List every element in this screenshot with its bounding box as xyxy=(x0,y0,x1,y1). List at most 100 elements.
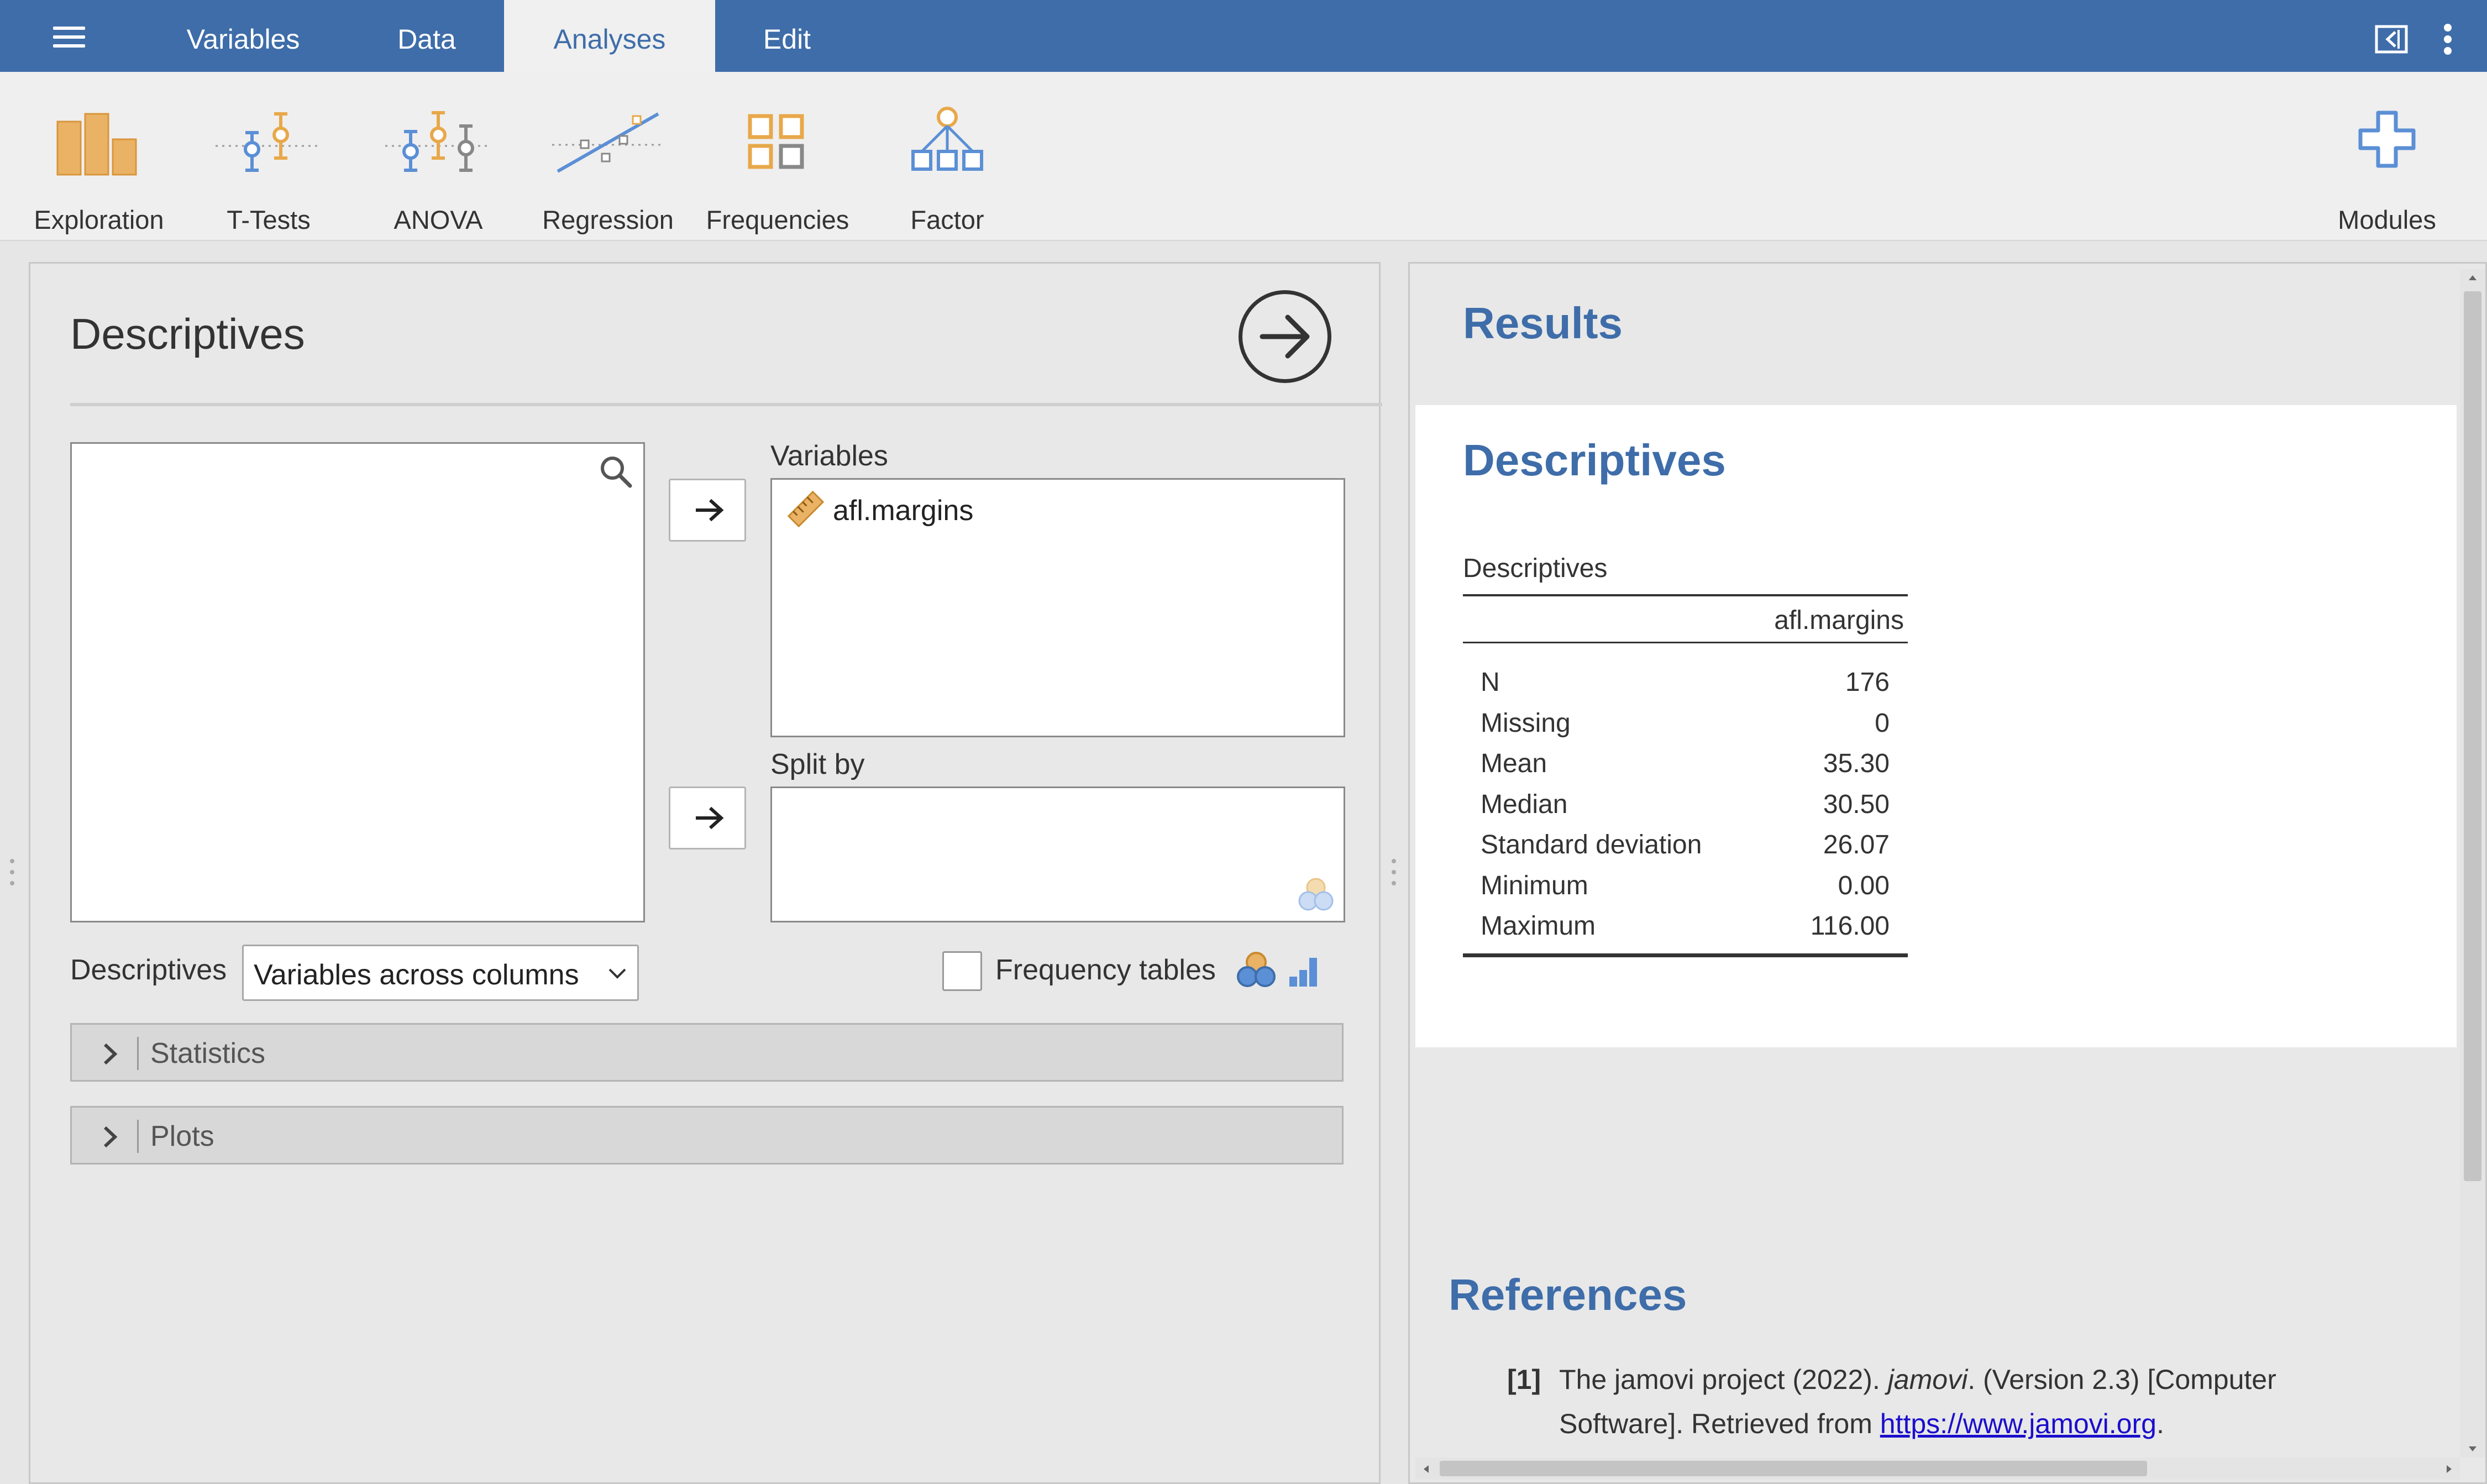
descriptives-layout-label: Descriptives xyxy=(70,954,227,986)
factor-button[interactable]: Factor xyxy=(867,99,1027,234)
move-to-variables-button[interactable] xyxy=(669,479,746,542)
vertical-scroll-thumb[interactable] xyxy=(2464,291,2481,1181)
analysis-ribbon: Exploration T-Tests ANOVA Regression Fre… xyxy=(0,72,2487,241)
results-vertical-scrollbar[interactable] xyxy=(2460,269,2485,1457)
descriptives-result-block[interactable]: Descriptives Descriptives afl.margins N … xyxy=(1415,405,2457,1047)
table-row-label: Maximum xyxy=(1481,911,1596,941)
arrow-right-icon xyxy=(696,499,724,522)
exploration-label: Exploration xyxy=(34,205,164,234)
results-heading: Results xyxy=(1463,298,1623,348)
tab-edit[interactable]: Edit xyxy=(715,0,859,72)
hamburger-menu-icon[interactable] xyxy=(53,27,85,48)
table-row-label: Median xyxy=(1481,790,1568,819)
statistics-section-label: Statistics xyxy=(150,1037,266,1069)
results-horizontal-scrollbar[interactable] xyxy=(1415,1457,2460,1480)
table-row-label: Mean xyxy=(1481,749,1547,778)
more-options-icon[interactable] xyxy=(2442,23,2454,55)
descriptives-layout-select[interactable]: Variables across columns xyxy=(242,945,639,1001)
modules-label: Modules xyxy=(2338,205,2436,234)
t-tests-label: T-Tests xyxy=(227,205,311,234)
table-row-value: 0 xyxy=(1875,709,1890,738)
arrow-right-circle-icon xyxy=(1260,314,1310,359)
table-top-rule xyxy=(1463,594,1908,596)
plots-section-label: Plots xyxy=(150,1120,214,1152)
scroll-left-icon[interactable] xyxy=(1422,1464,1430,1474)
factor-label: Factor xyxy=(910,205,984,234)
plus-icon xyxy=(2358,111,2416,168)
title-divider xyxy=(70,403,1382,406)
statistics-section[interactable]: Statistics xyxy=(70,1023,1344,1082)
scroll-right-icon[interactable] xyxy=(2446,1464,2453,1474)
scroll-down-icon[interactable] xyxy=(2468,1445,2478,1453)
chevron-right-icon xyxy=(103,1126,118,1148)
reference-line-2: Software]. Retrieved from https://www.ja… xyxy=(1559,1408,2164,1440)
modules-button[interactable]: Modules xyxy=(2307,99,2467,234)
reference-version: . (Version 2.3) [Computer xyxy=(1967,1364,2276,1395)
reference-line-1: The jamovi project (2022). jamovi. (Vers… xyxy=(1559,1364,2276,1396)
results-mode-icon[interactable] xyxy=(2374,24,2409,54)
result-analysis-title: Descriptives xyxy=(1463,436,1726,485)
chevron-right-icon xyxy=(103,1043,118,1065)
table-header-rule xyxy=(1463,642,1908,643)
t-tests-icon xyxy=(216,112,322,172)
bar-chart-icon xyxy=(1289,958,1317,987)
table-row-value: 35.30 xyxy=(1823,749,1890,778)
source-variable-list[interactable] xyxy=(70,442,645,922)
variables-target-list[interactable]: afl.margins xyxy=(770,478,1345,737)
regression-button[interactable]: Regression xyxy=(528,99,688,234)
analysis-options-panel: Descriptives Variables afl.margins Split… xyxy=(29,262,1382,1484)
table-column-header: afl.margins xyxy=(1774,606,1904,635)
table-bottom-rule xyxy=(1463,953,1908,957)
table-row-label: Missing xyxy=(1481,709,1571,738)
descriptives-layout-value: Variables across columns xyxy=(254,959,579,991)
table-row-value: 26.07 xyxy=(1823,830,1890,859)
anova-icon xyxy=(385,111,491,172)
anova-button[interactable]: ANOVA xyxy=(358,99,518,234)
reference-number: [1] xyxy=(1507,1364,1541,1395)
results-panel: Results Descriptives Descriptives afl.ma… xyxy=(1408,262,2487,1484)
section-separator xyxy=(137,1120,139,1153)
tab-data[interactable]: Data xyxy=(349,0,504,72)
frequency-tables-checkbox[interactable] xyxy=(942,951,982,991)
nominal-variable-icon xyxy=(1298,878,1334,911)
exploration-button[interactable]: Exploration xyxy=(19,99,179,234)
nominal-data-icon xyxy=(1237,952,1276,987)
frequency-tables-label: Frequency tables xyxy=(995,954,1216,986)
frequencies-label: Frequencies xyxy=(706,205,849,234)
reference-retrieved: Software]. Retrieved from xyxy=(1559,1408,1880,1439)
variables-label: Variables xyxy=(770,440,888,472)
reference-link[interactable]: https://www.jamovi.org xyxy=(1880,1408,2157,1439)
references-heading: References xyxy=(1449,1270,1687,1319)
frequencies-button[interactable]: Frequencies xyxy=(697,99,858,234)
split-by-label: Split by xyxy=(770,748,865,780)
menu-bar: Variables Data Analyses Edit xyxy=(0,0,2487,72)
t-tests-button[interactable]: T-Tests xyxy=(188,99,349,234)
table-title: Descriptives xyxy=(1463,554,1608,583)
move-to-split-by-button[interactable] xyxy=(669,786,746,850)
tab-variables[interactable]: Variables xyxy=(160,0,326,72)
anova-label: ANOVA xyxy=(393,205,483,234)
frequencies-icon xyxy=(748,114,804,169)
assigned-variable-item[interactable]: afl.margins xyxy=(786,490,973,528)
table-row-value: 30.50 xyxy=(1823,790,1890,819)
tab-analyses[interactable]: Analyses xyxy=(504,0,715,72)
arrow-right-icon xyxy=(696,806,724,830)
left-edge-splitter[interactable] xyxy=(9,859,15,889)
regression-label: Regression xyxy=(542,205,674,234)
plots-section[interactable]: Plots xyxy=(70,1106,1344,1165)
factor-icon xyxy=(911,107,983,171)
assigned-variable-name: afl.margins xyxy=(833,495,974,527)
section-separator xyxy=(137,1037,139,1070)
table-row-label: Minimum xyxy=(1481,871,1588,900)
search-icon[interactable] xyxy=(598,454,633,489)
horizontal-scroll-thumb[interactable] xyxy=(1440,1461,2147,1476)
chevron-down-icon xyxy=(608,968,626,979)
options-title: Descriptives xyxy=(70,310,305,358)
run-analysis-button[interactable] xyxy=(1239,290,1331,383)
split-by-target-list[interactable] xyxy=(770,786,1345,922)
reference-software-name: jamovi xyxy=(1887,1364,1968,1395)
panel-splitter[interactable] xyxy=(1391,859,1397,889)
table-row-value: 0.00 xyxy=(1838,871,1890,900)
scroll-up-icon[interactable] xyxy=(2468,274,2478,281)
exploration-icon xyxy=(56,113,137,176)
